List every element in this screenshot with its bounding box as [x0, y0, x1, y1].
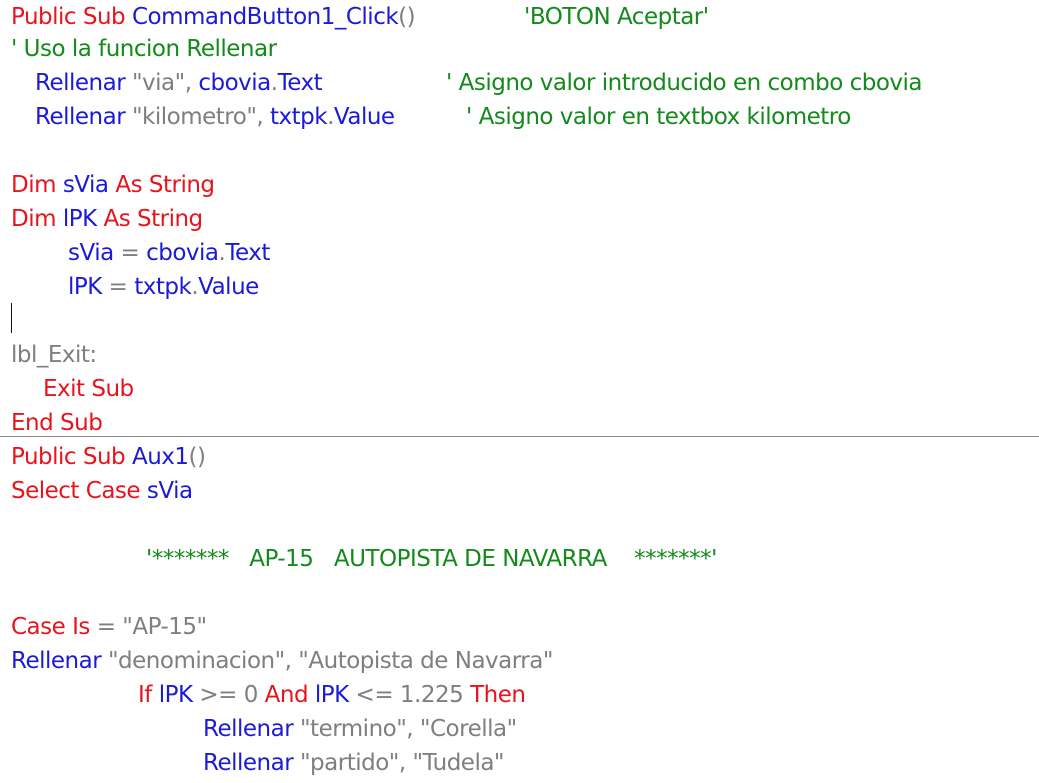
identifier: sVia: [146, 478, 193, 504]
code-line: End Sub: [11, 410, 103, 436]
code-line: Rellenar "denominacion", "Autopista de N…: [11, 644, 553, 678]
code-line: Select Case sVia: [11, 474, 193, 508]
comment: ' Asigno valor en textbox kilometro: [466, 104, 851, 130]
operator: >= 0: [192, 682, 265, 708]
keyword: As String: [96, 206, 203, 232]
code-line: Rellenar "termino", "Corella": [203, 712, 517, 746]
identifier: cbovia: [146, 240, 219, 266]
operator: =: [113, 240, 147, 266]
procedure-name: CommandButton1_Click: [131, 4, 399, 30]
identifier: Rellenar: [35, 70, 132, 96]
punctuation: .: [327, 104, 334, 130]
keyword: Then: [470, 682, 526, 708]
comment: 'BOTON Aceptar': [524, 4, 709, 30]
string-literal: "kilometro": [131, 104, 257, 130]
code-line: Rellenar "via", cbovia.Text: [35, 66, 323, 100]
text-caret: [11, 303, 12, 333]
string-literal: "via": [131, 70, 185, 96]
identifier: lPK: [158, 682, 193, 708]
operator: <= 1.225: [348, 682, 471, 708]
identifier: lPK: [68, 274, 102, 300]
keyword: If: [138, 682, 159, 708]
identifier: Rellenar: [203, 750, 300, 776]
code-line: Public Sub CommandButton1_Click(): [11, 0, 416, 34]
identifier: Rellenar: [11, 648, 108, 674]
keyword: Select Case: [11, 478, 147, 504]
code-line: Public Sub Aux1(): [11, 440, 206, 474]
identifier: txtpk: [270, 104, 328, 130]
identifier: lPK: [62, 206, 97, 232]
keyword: Public Sub: [11, 4, 132, 30]
code-line: Case Is = "AP-15": [11, 610, 207, 644]
identifier: Text: [277, 70, 323, 96]
punctuation: (): [188, 444, 206, 470]
code-line: Dim sVia As String: [11, 168, 215, 202]
code-line: Dim lPK As String: [11, 202, 203, 236]
keyword: Dim: [11, 206, 63, 232]
string-literal: "denominacion", "Autopista de Navarra": [107, 648, 553, 674]
comment: ' Asigno valor introducido en combo cbov…: [446, 70, 923, 96]
identifier: cbovia: [198, 70, 271, 96]
identifier: Rellenar: [35, 104, 132, 130]
keyword: Case Is: [11, 614, 97, 640]
identifier: sVia: [62, 172, 109, 198]
keyword: And: [264, 682, 315, 708]
punctuation: .: [270, 70, 278, 96]
string-literal: "termino", "Corella": [299, 716, 517, 742]
procedure-name: Aux1: [131, 444, 189, 470]
operator: =: [96, 614, 123, 640]
procedure-divider: [0, 436, 1039, 437]
punctuation: (): [398, 4, 416, 30]
comment-line: '******* AP-15 AUTOPISTA DE NAVARRA ****…: [146, 546, 717, 572]
code-line: lPK = txtpk.Value: [68, 270, 259, 304]
identifier: txtpk: [134, 274, 192, 300]
identifier: Value: [333, 104, 395, 130]
keyword: As String: [108, 172, 215, 198]
identifier: Rellenar: [203, 716, 300, 742]
code-line: Rellenar "partido", "Tudela": [203, 746, 505, 780]
code-line: Exit Sub: [43, 376, 134, 402]
identifier: lPK: [314, 682, 349, 708]
label-line: lbl_Exit:: [11, 342, 97, 368]
identifier: sVia: [68, 240, 114, 266]
code-line: sVia = cbovia.Text: [68, 236, 270, 270]
punctuation: ,: [256, 104, 271, 130]
code-line: If lPK >= 0 And lPK <= 1.225 Then: [138, 678, 526, 712]
string-literal: "AP-15": [122, 614, 207, 640]
code-line: Rellenar "kilometro", txtpk.Value: [35, 100, 395, 134]
code-editor[interactable]: Public Sub CommandButton1_Click() 'BOTON…: [0, 0, 1039, 783]
comment-line: ' Uso la funcion Rellenar: [11, 36, 277, 62]
punctuation: ,: [184, 70, 199, 96]
identifier: Text: [225, 240, 270, 266]
identifier: Value: [198, 274, 259, 300]
string-literal: "partido", "Tudela": [299, 750, 505, 776]
keyword: Public Sub: [11, 444, 132, 470]
operator: =: [101, 274, 135, 300]
keyword: Dim: [11, 172, 63, 198]
